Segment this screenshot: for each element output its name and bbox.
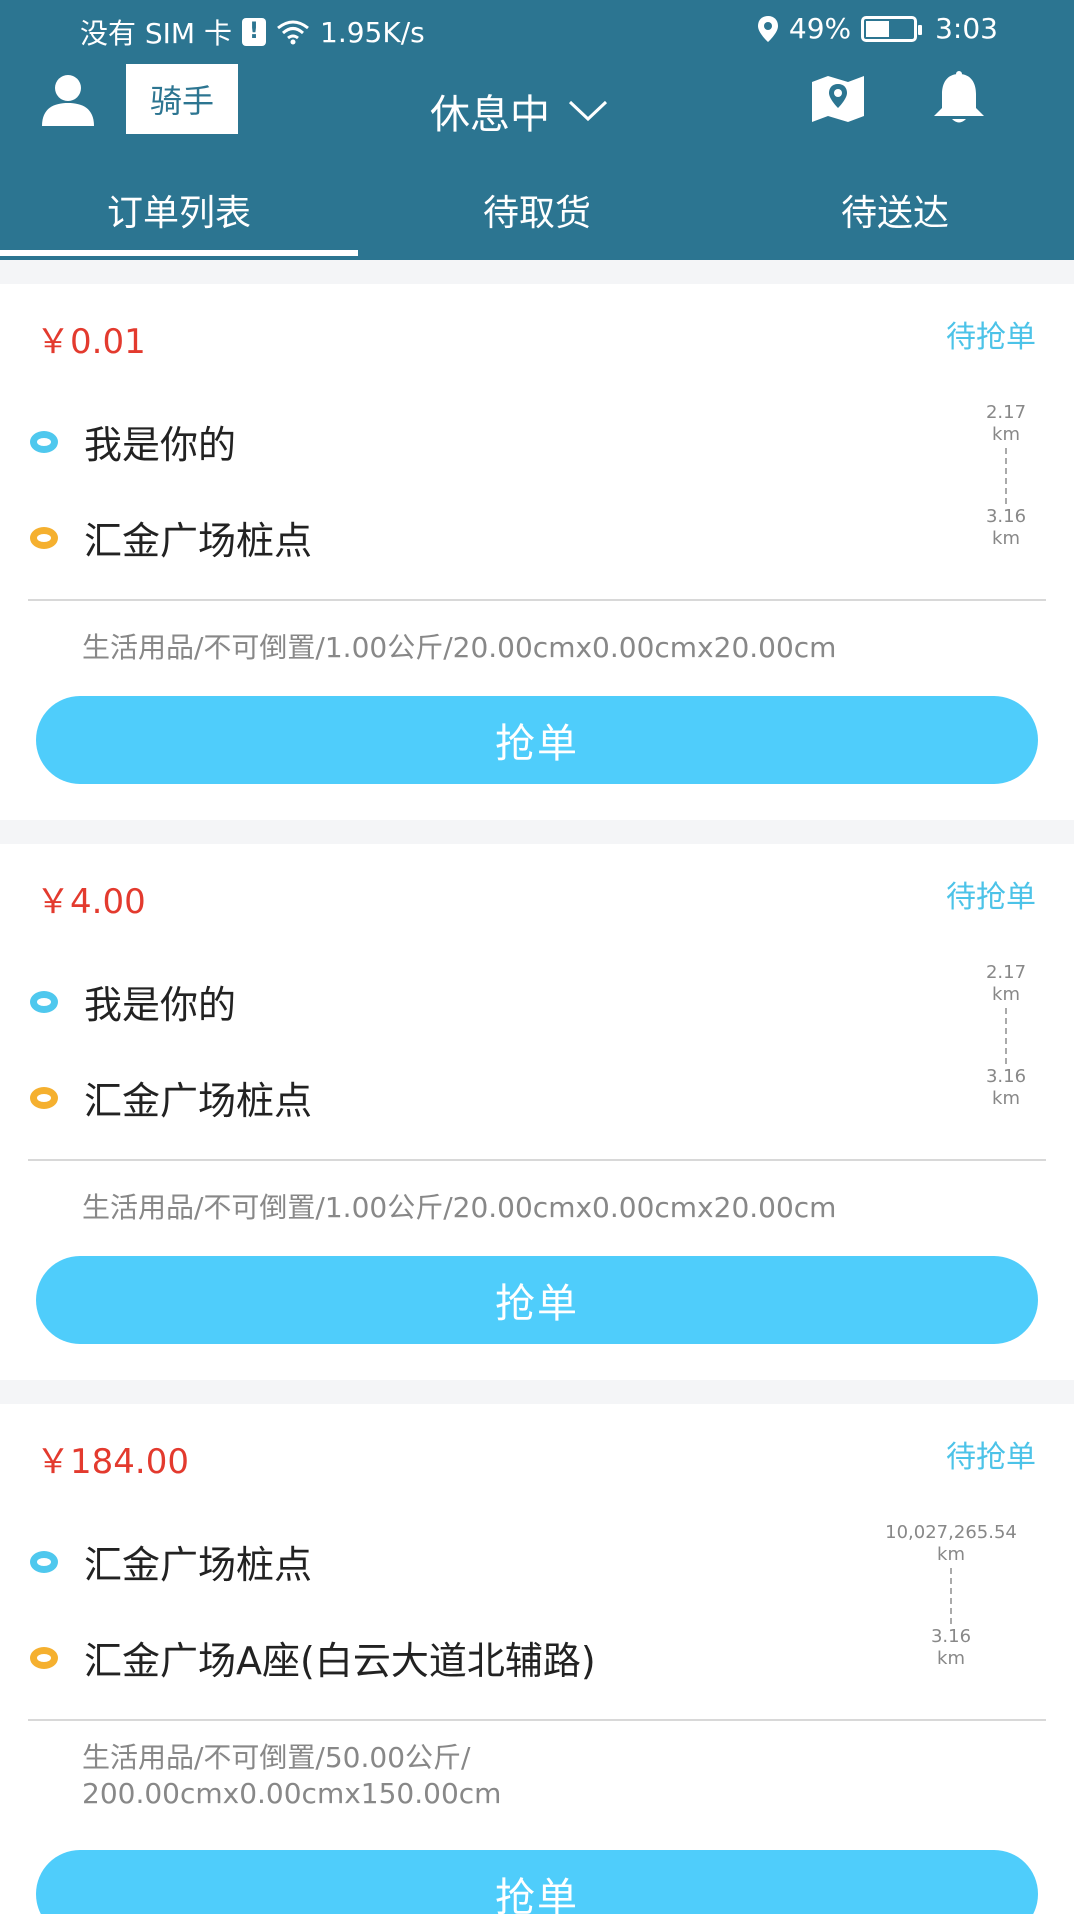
status-bar-left: 没有 SIM 卡 ! 1.95K/s [80, 12, 425, 52]
clock: 3:03 [935, 12, 998, 45]
dropoff-dot-icon [30, 1086, 58, 1109]
pickup-distance-unit: km [992, 984, 1020, 1005]
status-bar-right: 49% 3:03 [757, 12, 998, 45]
pickup-address: 我是你的 [30, 974, 236, 1029]
dropoff-distance-value: 3.16 [985, 506, 1027, 527]
pickup-dot-icon [30, 430, 58, 453]
dropoff-address: 汇金广场桩点 [30, 1070, 312, 1125]
distance-connector [1005, 1008, 1007, 1064]
status-bar: 没有 SIM 卡 ! 1.95K/s 49% 3:03 [0, 0, 1074, 60]
dropoff-address-text: 汇金广场A座(白云大道北辅路) [84, 1639, 596, 1683]
location-icon [757, 15, 778, 42]
tab-order-list[interactable]: 订单列表 [0, 170, 358, 260]
cargo-description: 生活用品/不可倒置/1.00公斤/20.00cmx0.00cmx20.00cm [82, 631, 837, 664]
cargo-description: 生活用品/不可倒置/1.00公斤/20.00cmx0.00cmx20.00cm [82, 1191, 837, 1224]
top-bar: 骑手 休息中 [0, 60, 1074, 150]
tab-bar: 订单列表 待取货 待送达 [0, 170, 1074, 260]
network-speed: 1.95K/s [320, 15, 425, 49]
dropoff-distance: 3.16 km [871, 1626, 1031, 1670]
pickup-distance: 2.17 km [926, 402, 1074, 446]
pickup-dot-icon [30, 990, 58, 1013]
grab-order-button[interactable]: 抢单 [36, 1256, 1038, 1344]
order-price: ￥184.00 [36, 1442, 189, 1482]
dropoff-address-text: 汇金广场桩点 [84, 519, 313, 563]
battery-percent: 49% [788, 12, 852, 45]
dropoff-distance-unit: km [992, 1088, 1020, 1109]
pickup-distance-unit: km [937, 1544, 965, 1565]
tab-pending-pickup[interactable]: 待取货 [358, 170, 716, 260]
distance-connector [1005, 448, 1007, 504]
pickup-distance-value: 2.17 [985, 962, 1027, 983]
user-icon[interactable] [40, 72, 96, 128]
pickup-distance: 10,027,265.54 km [871, 1522, 1031, 1566]
pickup-distance-unit: km [992, 424, 1020, 445]
sim-alert-icon: ! [242, 18, 266, 46]
chevron-down-icon [568, 100, 608, 122]
order-list: ￥0.01 待抢单 我是你的 汇金广场桩点 2.17 km 3.16 km 生活… [0, 284, 1074, 1914]
dropoff-distance-value: 3.16 [985, 1066, 1027, 1087]
distance-connector [950, 1568, 952, 1624]
app-header: 没有 SIM 卡 ! 1.95K/s 49% 3:03 骑手 休息中 订单列表 … [0, 0, 1074, 260]
tab-pending-delivery[interactable]: 待送达 [716, 170, 1074, 260]
dropoff-dot-icon [30, 1646, 58, 1669]
map-icon[interactable] [810, 74, 866, 124]
dropoff-distance-value: 3.16 [930, 1626, 972, 1647]
divider [28, 1719, 1046, 1721]
grab-order-button[interactable]: 抢单 [36, 1850, 1038, 1914]
pickup-distance-value: 2.17 [985, 402, 1027, 423]
order-card[interactable]: ￥0.01 待抢单 我是你的 汇金广场桩点 2.17 km 3.16 km 生活… [0, 284, 1074, 820]
role-badge[interactable]: 骑手 [126, 64, 238, 134]
pickup-dot-icon [30, 1550, 58, 1573]
grab-order-button[interactable]: 抢单 [36, 696, 1038, 784]
order-price: ￥0.01 [36, 322, 146, 362]
sim-status: 没有 SIM 卡 [80, 17, 232, 50]
pickup-address-text: 我是你的 [84, 983, 237, 1027]
order-card[interactable]: ￥184.00 待抢单 汇金广场桩点 汇金广场A座(白云大道北辅路) 10,02… [0, 1404, 1074, 1914]
pickup-distance: 2.17 km [926, 962, 1074, 1006]
order-state: 待抢单 [946, 880, 1036, 915]
divider [28, 599, 1046, 601]
pickup-distance-value: 10,027,265.54 [885, 1522, 1017, 1543]
pickup-address: 我是你的 [30, 414, 236, 469]
work-status-label: 休息中 [430, 92, 550, 138]
dropoff-dot-icon [30, 526, 58, 549]
dropoff-address-text: 汇金广场桩点 [84, 1079, 313, 1123]
pickup-address-text: 我是你的 [84, 423, 237, 467]
divider [28, 1159, 1046, 1161]
dropoff-address: 汇金广场桩点 [30, 510, 312, 565]
dropoff-distance-unit: km [992, 528, 1020, 549]
cargo-description: 生活用品/不可倒置/50.00公斤/ 200.00cmx0.00cmx150.0… [82, 1741, 502, 1810]
order-card[interactable]: ￥4.00 待抢单 我是你的 汇金广场桩点 2.17 km 3.16 km 生活… [0, 844, 1074, 1380]
bell-icon[interactable] [930, 70, 988, 126]
work-status-dropdown[interactable]: 休息中 [430, 82, 608, 140]
pickup-address-text: 汇金广场桩点 [84, 1543, 313, 1587]
order-state: 待抢单 [946, 1440, 1036, 1475]
dropoff-address: 汇金广场A座(白云大道北辅路) [30, 1630, 596, 1685]
dropoff-distance-unit: km [937, 1648, 965, 1669]
dropoff-distance: 3.16 km [926, 506, 1074, 550]
pickup-address: 汇金广场桩点 [30, 1534, 312, 1589]
order-price: ￥4.00 [36, 882, 146, 922]
wifi-icon [277, 20, 309, 45]
dropoff-distance: 3.16 km [926, 1066, 1074, 1110]
battery-icon [861, 15, 923, 42]
order-state: 待抢单 [946, 320, 1036, 355]
